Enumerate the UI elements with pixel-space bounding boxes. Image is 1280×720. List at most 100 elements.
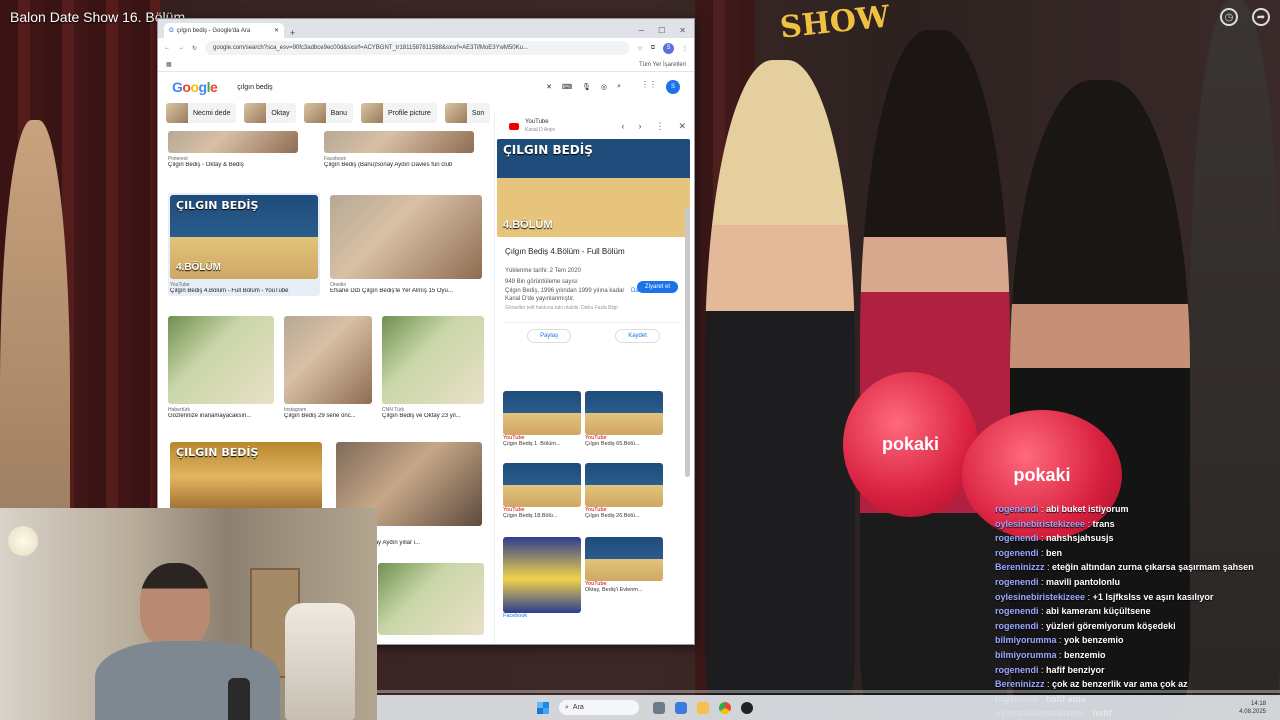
result-caption: Çılgın Bediş - Oktay & Bediş bbox=[168, 162, 244, 168]
chip[interactable]: Necmi dede bbox=[166, 103, 237, 123]
google-logo[interactable]: Google bbox=[172, 79, 218, 95]
streamer-body bbox=[95, 641, 280, 720]
chrome-icon[interactable] bbox=[719, 701, 731, 714]
more-icon[interactable]: ⋮ bbox=[655, 121, 664, 132]
chat-username[interactable]: rogenendi bbox=[995, 548, 1039, 558]
result-thumbnail bbox=[330, 195, 482, 279]
chat-username[interactable]: oylesinebiristekizeee bbox=[995, 592, 1085, 602]
share-icon[interactable]: ➦ bbox=[1252, 8, 1270, 26]
google-avatar[interactable]: S bbox=[666, 80, 680, 94]
related-item[interactable]: YouTube Çılgın Bediş 18.Bölü... bbox=[503, 463, 581, 519]
close-tab-icon[interactable]: ✕ bbox=[274, 27, 279, 34]
new-tab-button[interactable]: + bbox=[290, 28, 295, 38]
search-icon[interactable]: ⌕ bbox=[617, 83, 621, 91]
image-result[interactable]: Habertürk Gözlerinize inanamayacaksın... bbox=[168, 316, 274, 419]
related-item[interactable]: Facebook bbox=[503, 537, 581, 619]
chat-username[interactable]: rogenendi bbox=[995, 533, 1039, 543]
share-button[interactable]: Paylaş bbox=[527, 328, 572, 343]
image-result[interactable]: Facebook Çılgın Bediş (Banu)Sonay Aydın … bbox=[324, 131, 474, 168]
video-progress-bar[interactable] bbox=[377, 690, 1280, 693]
watch-later-icon[interactable]: ◷ bbox=[1220, 8, 1238, 26]
forward-icon[interactable]: → bbox=[178, 45, 184, 51]
browser-tab[interactable]: G çılgın bediş - Google'da Ara ✕ bbox=[164, 23, 284, 38]
menu-icon[interactable]: ⋮ bbox=[682, 45, 688, 52]
save-button[interactable]: Kaydet bbox=[615, 328, 660, 343]
app-icon[interactable] bbox=[675, 701, 687, 714]
file-explorer-icon[interactable] bbox=[697, 701, 709, 714]
extensions-icon[interactable]: ⧉ bbox=[651, 45, 655, 52]
related-thumbnail bbox=[585, 537, 663, 581]
back-icon[interactable]: ← bbox=[164, 45, 170, 51]
chip[interactable]: Son bbox=[444, 103, 491, 123]
chat-username[interactable]: bilmiyorumma bbox=[995, 635, 1057, 645]
search-box[interactable]: çılgın bediş ✕ ⌨ 🎙 ◎ ⌕ bbox=[237, 77, 621, 97]
related-item[interactable]: YouTube Çılgın Bediş 65.Bölü... bbox=[585, 391, 663, 447]
chat-username[interactable]: bilmiyorumma bbox=[995, 650, 1057, 660]
start-button[interactable] bbox=[537, 701, 549, 714]
apps-grid-icon[interactable]: ⋮⋮ bbox=[641, 80, 657, 94]
result-caption: Gözlerinize inanamayacaksın... bbox=[168, 413, 252, 419]
image-result-selected[interactable]: ÇILGIN BEDİŞ 4.BÖLÜM YouTube Çılgın Bedi… bbox=[168, 193, 320, 296]
bookmarks-bar: ▦ Tüm Yer İşaretleri bbox=[158, 58, 694, 72]
chat-text: hafif benziyor bbox=[1046, 664, 1105, 675]
related-caption: Çılgın Bediş 65.Bölü... bbox=[585, 441, 640, 447]
result-thumbnail bbox=[378, 563, 484, 635]
chat-username[interactable]: rogenendi bbox=[995, 504, 1039, 514]
chat-username[interactable]: rogenendi bbox=[995, 665, 1039, 675]
url-field[interactable]: google.com/search?sca_esv=90fc3adbce9ec0… bbox=[205, 41, 630, 55]
image-result[interactable]: Instagram Çılgın Bediş 29 sene önc... bbox=[284, 316, 372, 419]
result-caption: Çılgın Bediş 4.Bölüm - Full Bölüm - YouT… bbox=[170, 288, 289, 294]
chat-username[interactable]: Bereninizzz bbox=[995, 562, 1045, 572]
prev-icon[interactable]: ‹ bbox=[621, 121, 624, 132]
google-header-icons: ⋮⋮ S bbox=[641, 80, 680, 94]
chat-username[interactable]: rogenendi bbox=[995, 621, 1039, 631]
visit-button[interactable]: Ziyaret et bbox=[636, 281, 678, 293]
chip[interactable]: Banu bbox=[303, 103, 354, 123]
chat-text: abi buket istiyorum bbox=[1046, 504, 1129, 514]
keyboard-icon[interactable]: ⌨ bbox=[562, 83, 572, 91]
scrollbar[interactable] bbox=[685, 207, 690, 477]
chat-username[interactable]: oylesinebiristekizeee bbox=[995, 519, 1085, 529]
bookmark-star-icon[interactable]: ☆ bbox=[637, 45, 642, 52]
upload-date: Yüklenme tarihi: 2 Tem 2020 bbox=[505, 267, 581, 274]
all-bookmarks[interactable]: Tüm Yer İşaretleri bbox=[639, 62, 686, 68]
image-result[interactable] bbox=[378, 563, 484, 635]
preview-image[interactable]: ÇILGIN BEDİŞ 4.BÖLÜM bbox=[497, 139, 690, 238]
voice-search-icon[interactable]: 🎙 bbox=[582, 83, 591, 91]
chat-message: bilmiyorumma : yok benzemio bbox=[995, 633, 1280, 648]
image-result[interactable]: Onedio Efsane Dizi Çılgın Bediş'le Yer A… bbox=[330, 195, 482, 294]
image-result[interactable]: CNN Türk Çılgın Bediş ve Oktay 23 yıl... bbox=[382, 316, 484, 419]
chat-separator: : bbox=[1056, 635, 1065, 646]
related-item[interactable]: YouTube Çılgın Bediş 1. Bölüm... bbox=[503, 391, 581, 447]
taskbar-search[interactable]: ⌕ Ara bbox=[559, 700, 639, 715]
apps-icon[interactable]: ▦ bbox=[166, 61, 172, 68]
minimize-button[interactable]: ─ bbox=[638, 26, 644, 35]
preview-title[interactable]: Çılgın Bediş 4.Bölüm - Full Bölüm bbox=[505, 247, 625, 257]
lens-icon[interactable]: ◎ bbox=[601, 83, 607, 91]
profile-avatar[interactable]: S bbox=[663, 42, 674, 54]
chip[interactable]: Oktay bbox=[244, 103, 296, 123]
system-clock[interactable]: 14:18 4.08.2025 bbox=[1239, 700, 1266, 716]
reload-icon[interactable]: ↻ bbox=[192, 45, 197, 52]
obs-icon[interactable] bbox=[741, 701, 753, 714]
close-panel-icon[interactable]: ✕ bbox=[678, 121, 686, 132]
image-result[interactable]: Pinterest Çılgın Bediş - Oktay & Bediş bbox=[168, 131, 298, 168]
related-item[interactable]: YouTube Oktay, Bediş'i Evlenm... bbox=[585, 537, 663, 593]
chat-separator: : bbox=[1085, 518, 1093, 529]
next-icon[interactable]: › bbox=[638, 121, 641, 132]
related-item[interactable]: YouTube Çılgın Bediş 26.Bölü... bbox=[585, 463, 663, 519]
related-source: Facebook bbox=[503, 613, 528, 619]
chat-username[interactable]: rogenendi bbox=[995, 606, 1039, 616]
chat-username[interactable]: Bereninizzz bbox=[995, 679, 1045, 689]
clock-time: 14:18 bbox=[1250, 700, 1266, 707]
maximize-button[interactable]: ☐ bbox=[658, 26, 665, 35]
chip[interactable]: Profile picture bbox=[361, 103, 437, 123]
chat-text: trans bbox=[1092, 518, 1115, 529]
clear-search-icon[interactable]: ✕ bbox=[546, 83, 552, 91]
search-input[interactable]: çılgın bediş bbox=[237, 84, 536, 91]
taskbar-apps bbox=[653, 701, 753, 714]
image-result[interactable]: ÇILGIN BEDİŞ bbox=[170, 442, 322, 512]
task-view-icon[interactable] bbox=[653, 701, 665, 714]
chat-username[interactable]: rogenendi bbox=[995, 577, 1039, 587]
close-window-button[interactable]: ✕ bbox=[679, 26, 686, 35]
